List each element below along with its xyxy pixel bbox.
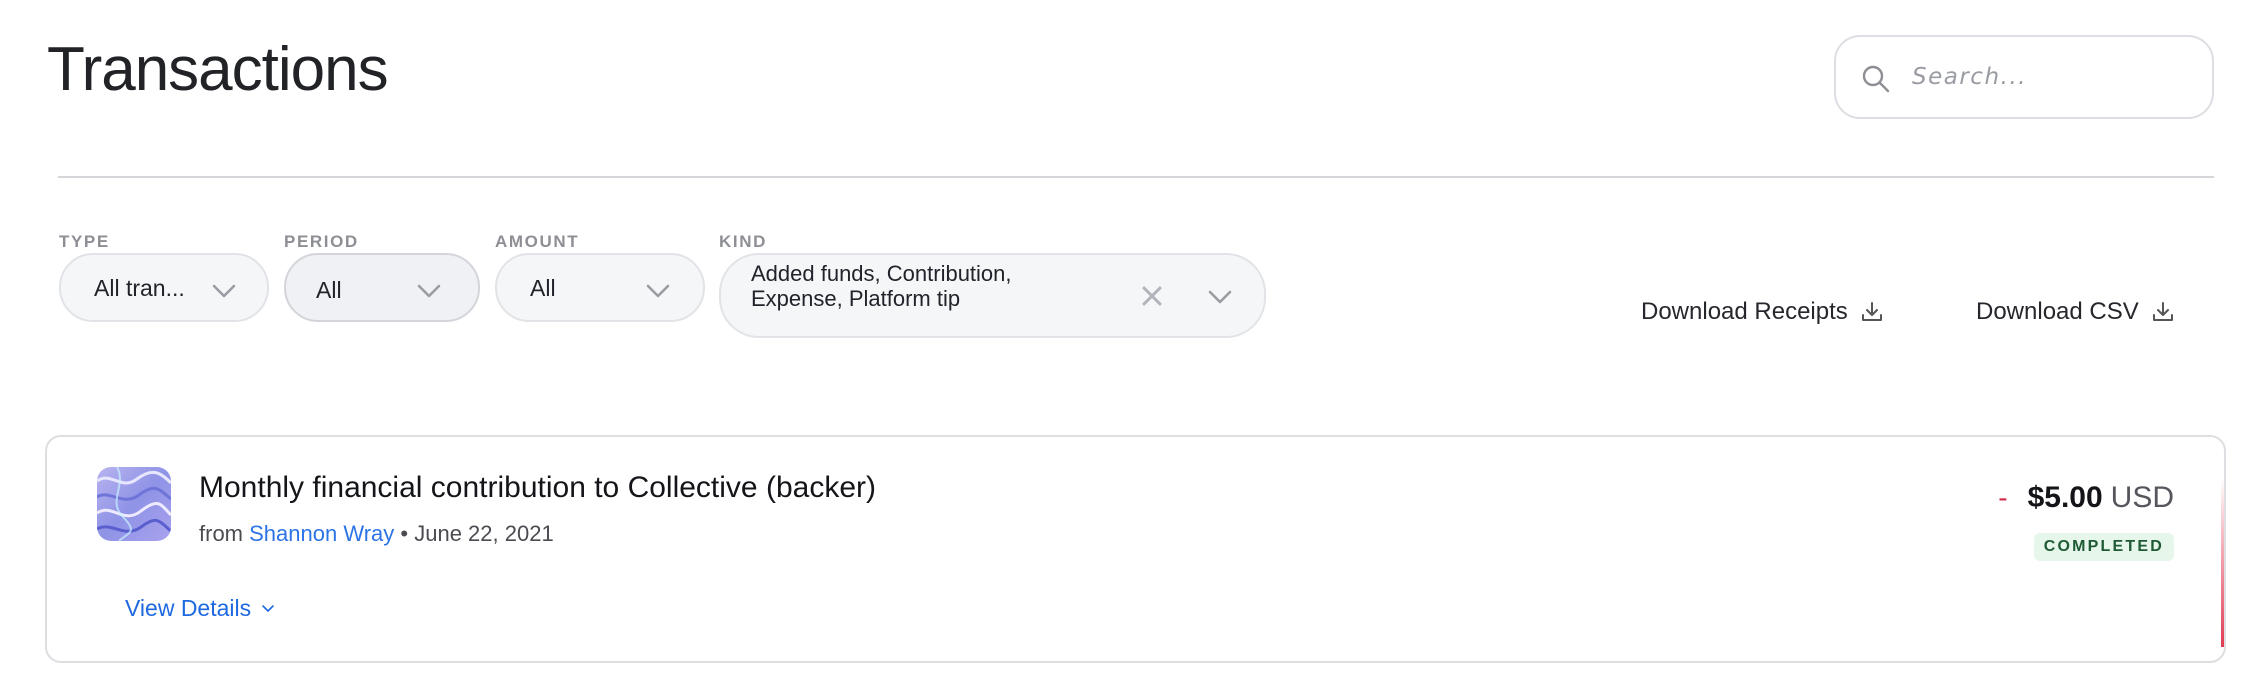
filter-kind-value: Added funds, Contribution, Expense, Plat…: [751, 261, 1012, 311]
download-receipts-button[interactable]: Download Receipts: [1641, 298, 1884, 326]
filter-period-value: All: [316, 277, 342, 303]
transaction-amount: - $5.00 USD: [1998, 481, 2174, 515]
chevron-down-icon: [417, 284, 441, 298]
filter-period-select[interactable]: All: [284, 253, 480, 322]
meta-separator: •: [400, 521, 409, 546]
download-receipts-label: Download Receipts: [1641, 298, 1848, 325]
transaction-title: Monthly financial contribution to Collec…: [199, 471, 876, 504]
search-input[interactable]: [1912, 51, 2192, 103]
transaction-meta: from Shannon Wray • June 22, 2021: [199, 521, 554, 547]
download-csv-label: Download CSV: [1976, 298, 2139, 325]
view-details-button[interactable]: View Details: [125, 595, 275, 622]
filter-amount-value: All: [530, 275, 556, 301]
card-edge-accent: [2221, 477, 2224, 647]
from-prefix: from: [199, 521, 243, 546]
transaction-date: June 22, 2021: [414, 521, 554, 546]
filter-type-select[interactable]: All tran...: [59, 253, 269, 322]
search-box[interactable]: [1834, 35, 2214, 119]
download-icon: [1861, 302, 1882, 321]
chevron-down-icon: [262, 605, 274, 612]
amount-value: $5.00: [2027, 481, 2103, 514]
from-account-link[interactable]: Shannon Wray: [249, 521, 394, 546]
header-divider: [58, 176, 2214, 178]
transaction-card: Monthly financial contribution to Collec…: [45, 435, 2226, 663]
chevron-down-icon: [212, 284, 236, 298]
amount-currency: USD: [2110, 481, 2174, 514]
filter-type-value: All tran...: [94, 275, 185, 301]
download-icon: [2152, 302, 2173, 321]
filter-period-label: PERIOD: [284, 232, 359, 251]
view-details-label: View Details: [125, 595, 252, 621]
amount-sign: -: [1998, 482, 2008, 513]
filter-kind-label: KIND: [719, 232, 767, 251]
filter-type-label: TYPE: [59, 232, 110, 251]
avatar[interactable]: [97, 467, 171, 541]
filter-amount-label: AMOUNT: [495, 232, 580, 251]
chevron-down-icon: [1208, 290, 1232, 304]
search-icon: [1862, 65, 1890, 93]
page-title: Transactions: [47, 35, 389, 104]
status-badge: COMPLETED: [2033, 533, 2174, 561]
download-csv-button[interactable]: Download CSV: [1976, 298, 2175, 326]
chevron-down-icon: [646, 284, 670, 298]
clear-icon[interactable]: [1139, 283, 1165, 309]
filter-amount-select[interactable]: All: [495, 253, 705, 322]
filter-kind-select[interactable]: Added funds, Contribution, Expense, Plat…: [719, 253, 1266, 338]
